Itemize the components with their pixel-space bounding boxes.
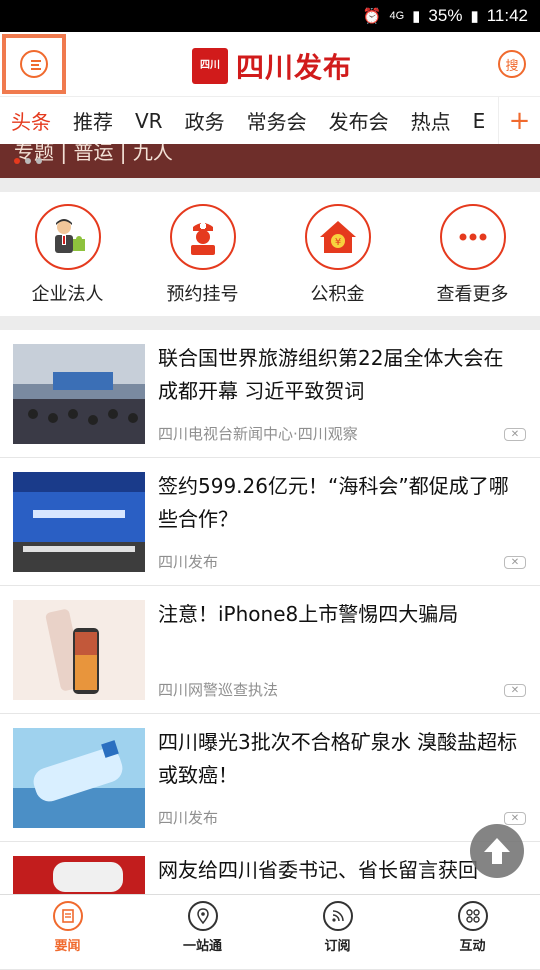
news-title: 注意！iPhone8上市警惕四大骗局	[158, 598, 522, 631]
news-item[interactable]: 四川曝光3批次不合格矿泉水 溴酸盐超标或致癌！ 四川发布 ✕	[0, 714, 540, 842]
tab-vr[interactable]: VR	[124, 109, 174, 133]
app-header: 四川 四川发布 搜	[0, 32, 540, 96]
tab-headlines[interactable]: 头条	[0, 106, 62, 135]
category-tabs: 头条 推荐 VR 政务 常务会 发布会 热点 E +	[0, 96, 540, 144]
signal-icon: ▮	[412, 7, 420, 25]
news-icon	[53, 901, 83, 931]
divider	[0, 316, 540, 330]
add-tab-button[interactable]: +	[498, 97, 540, 144]
news-title: 联合国世界旅游组织第22届全体大会在成都开幕 习近平致贺词	[158, 342, 522, 408]
business-person-icon	[35, 204, 101, 270]
carousel-dot[interactable]	[14, 158, 20, 164]
bottom-navigation: 要闻 一站通 订阅 互动	[0, 894, 540, 960]
logo-seal: 四川	[192, 48, 228, 84]
dismiss-button[interactable]: ✕	[504, 556, 526, 569]
app-logo: 四川 四川发布	[192, 46, 352, 86]
news-thumbnail	[13, 600, 145, 700]
network-indicator: 4G	[389, 10, 404, 22]
news-title: 网友给四川省委书记、省长留言获回	[158, 854, 522, 887]
news-feed: 联合国世界旅游组织第22届全体大会在成都开幕 习近平致贺词 四川电视台新闻中心·…	[0, 330, 540, 970]
quick-link-housing-fund[interactable]: ¥ 公积金	[270, 192, 405, 316]
quick-link-label: 企业法人	[32, 280, 104, 306]
nav-label: 一站通	[183, 935, 222, 954]
nurse-icon	[170, 204, 236, 270]
news-source: 四川电视台新闻中心·四川观察	[158, 423, 358, 444]
tab-government[interactable]: 政务	[174, 106, 236, 135]
tab-recommend[interactable]: 推荐	[62, 106, 124, 135]
tab-more-partial[interactable]: E	[462, 109, 497, 133]
divider	[0, 178, 540, 192]
location-icon	[188, 901, 218, 931]
menu-button[interactable]	[2, 34, 66, 94]
dismiss-button[interactable]: ✕	[504, 428, 526, 441]
more-icon	[440, 204, 506, 270]
alarm-icon: ⏰	[363, 7, 382, 25]
quick-link-appointment[interactable]: 预约挂号	[135, 192, 270, 316]
nav-one-stop[interactable]: 一站通	[135, 895, 270, 960]
banner-carousel[interactable]: 专题 | 普运 | 九人	[0, 144, 540, 178]
plus-icon: +	[509, 106, 531, 136]
svg-text:¥: ¥	[334, 237, 340, 248]
news-item[interactable]: 联合国世界旅游组织第22届全体大会在成都开幕 习近平致贺词 四川电视台新闻中心·…	[0, 330, 540, 458]
quick-link-label: 预约挂号	[167, 280, 239, 306]
house-fund-icon: ¥	[305, 204, 371, 270]
nav-label: 订阅	[324, 935, 350, 954]
carousel-dot[interactable]	[36, 158, 42, 164]
scroll-to-top-button[interactable]	[470, 824, 524, 878]
news-title: 签约599.26亿元！“海科会”都促成了哪些合作？	[158, 470, 522, 536]
dismiss-button[interactable]: ✕	[504, 812, 526, 825]
search-button[interactable]: 搜	[498, 50, 526, 78]
logo-text: 四川发布	[236, 46, 352, 86]
nav-news[interactable]: 要闻	[0, 895, 135, 960]
news-thumbnail	[13, 856, 145, 896]
news-source: 四川发布	[158, 807, 218, 828]
tab-executive-meeting[interactable]: 常务会	[236, 106, 318, 135]
news-title: 四川曝光3批次不合格矿泉水 溴酸盐超标或致癌！	[158, 726, 522, 792]
news-source: 四川发布	[158, 551, 218, 572]
nav-label: 要闻	[54, 935, 80, 954]
nav-subscribe[interactable]: 订阅	[270, 895, 405, 960]
status-bar: ⏰ 4G ▮ 35% ▮ 11:42	[0, 0, 540, 32]
news-thumbnail	[13, 344, 145, 444]
news-item[interactable]: 签约599.26亿元！“海科会”都促成了哪些合作？ 四川发布 ✕	[0, 458, 540, 586]
nav-label: 互动	[459, 935, 485, 954]
clock: 11:42	[487, 6, 528, 26]
carousel-dot[interactable]	[25, 158, 31, 164]
nav-interact[interactable]: 互动	[405, 895, 540, 960]
news-thumbnail	[13, 728, 145, 828]
news-thumbnail	[13, 472, 145, 572]
news-source: 四川网警巡查执法	[158, 679, 278, 700]
battery-icon: ▮	[470, 7, 478, 25]
rss-icon	[323, 901, 353, 931]
news-item[interactable]: 注意！iPhone8上市警惕四大骗局 四川网警巡查执法 ✕	[0, 586, 540, 714]
search-icon: 搜	[505, 55, 518, 74]
carousel-dots	[14, 158, 42, 164]
quick-link-more[interactable]: 查看更多	[405, 192, 540, 316]
tab-hot[interactable]: 热点	[400, 106, 462, 135]
menu-icon	[20, 50, 48, 78]
quick-link-business[interactable]: 企业法人	[0, 192, 135, 316]
tab-press-conference[interactable]: 发布会	[318, 106, 400, 135]
quick-link-label: 公积金	[311, 280, 365, 306]
battery-level: 35%	[428, 6, 462, 26]
grid-icon	[458, 901, 488, 931]
arrow-up-icon	[480, 834, 514, 868]
quick-links: 企业法人 预约挂号 ¥ 公积金	[0, 192, 540, 316]
quick-link-label: 查看更多	[437, 280, 509, 306]
dismiss-button[interactable]: ✕	[504, 684, 526, 697]
